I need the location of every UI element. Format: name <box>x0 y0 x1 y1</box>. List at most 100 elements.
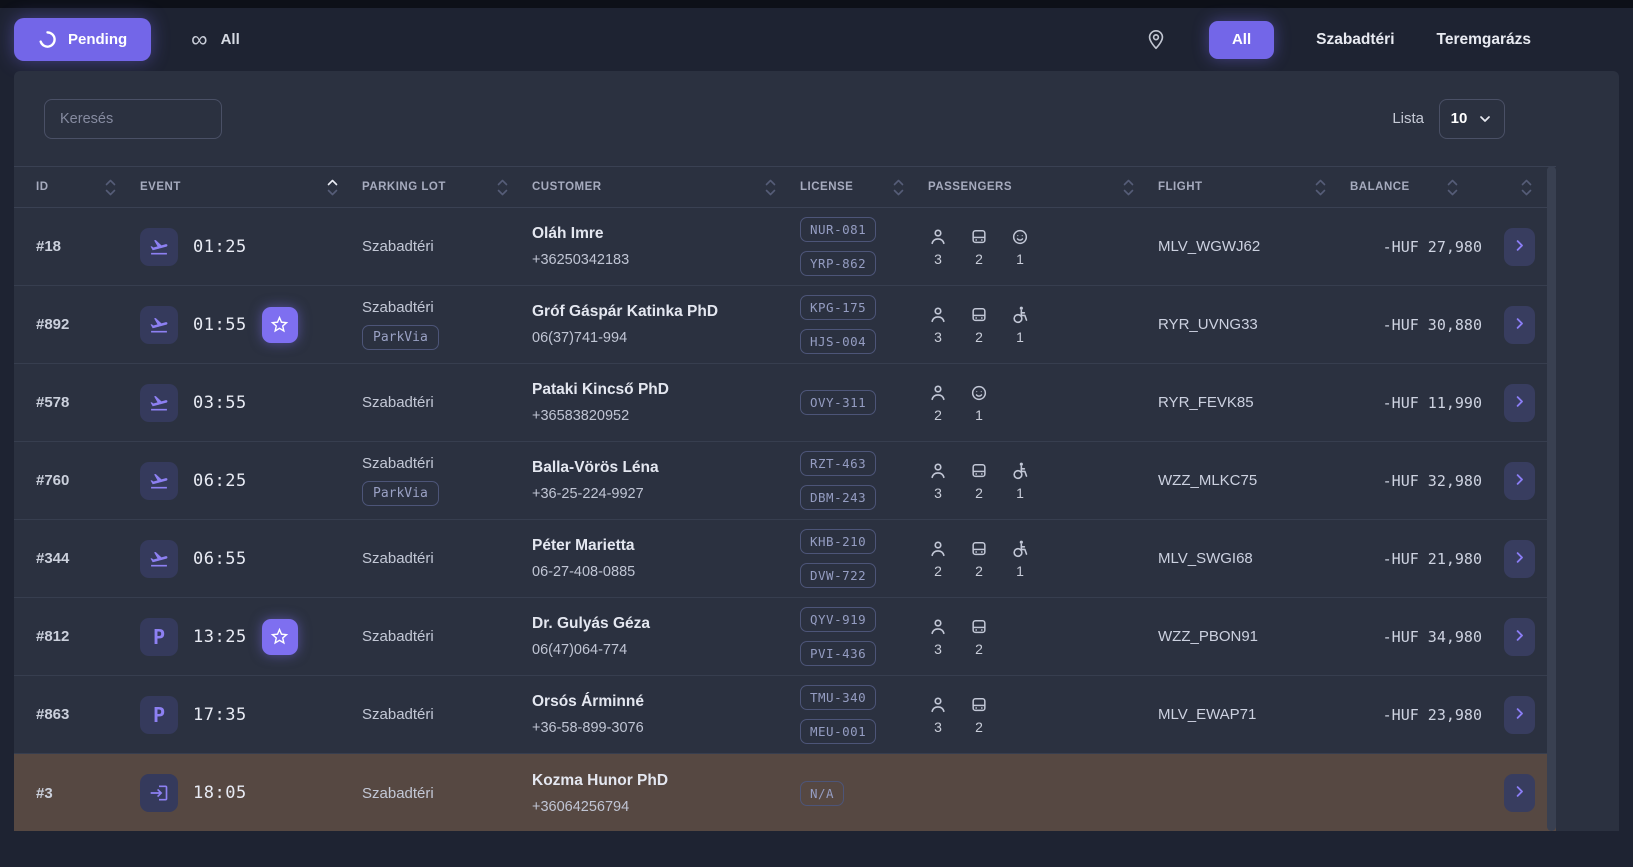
row-flight: MLV_EWAP71 <box>1158 706 1257 723</box>
location-tab-all[interactable]: All <box>1208 20 1275 59</box>
license-plate: TMU-340 <box>800 685 877 710</box>
passenger-group-adult: 2 <box>928 539 948 579</box>
infinity-icon: ∞ <box>191 26 208 52</box>
table-area: ID EVENT PARKING LOT CUSTOMER LICENSE PA… <box>14 166 1619 831</box>
sort-desc-icon <box>765 189 776 196</box>
customer-phone: +36-25-224-9927 <box>532 486 644 502</box>
row-license: TMU-340 MEU-001 <box>800 685 928 744</box>
row-balance: -HUF 27,980 <box>1382 237 1482 256</box>
plane-landing-icon <box>140 227 178 266</box>
table-row[interactable]: #760 06:25 Szabadtéri ParkVia Balla-Vörö… <box>14 442 1556 520</box>
table-row[interactable]: #578 03:55 Szabadtéri Pataki Kincső PhD … <box>14 364 1556 442</box>
passenger-group-adult: 3 <box>928 617 948 657</box>
sort-desc-icon <box>1447 189 1458 196</box>
vehicle-icon <box>969 539 989 559</box>
passenger-count: 3 <box>934 328 942 345</box>
wheelchair-icon <box>1010 461 1030 481</box>
license-plate: PVI-436 <box>800 641 877 666</box>
row-balance: -HUF 11,990 <box>1382 393 1482 412</box>
column-header-label: BALANCE <box>1350 181 1410 193</box>
chevron-right-icon <box>1512 238 1527 256</box>
vehicle-icon <box>969 305 989 325</box>
sort-asc-icon <box>893 179 904 186</box>
window-top-strip <box>0 0 1633 8</box>
table-row[interactable]: #863 P 17:35 Szabadtéri Orsós Árminné +3… <box>14 676 1556 754</box>
row-details-button[interactable] <box>1503 383 1535 422</box>
parking-lot-name: Szabadtéri <box>362 394 434 411</box>
sort-carets <box>1521 179 1532 196</box>
customer-phone: 06(47)064-774 <box>532 642 628 658</box>
scope-all-filter-button[interactable]: ∞ All <box>191 28 240 51</box>
row-details-button[interactable] <box>1503 774 1535 812</box>
row-details-button[interactable] <box>1503 305 1535 344</box>
column-header-label: LICENSE <box>800 181 854 193</box>
column-header-event[interactable]: EVENT <box>140 179 362 196</box>
passenger-count: 2 <box>934 406 942 423</box>
parking-icon: P <box>140 617 178 656</box>
table-row[interactable]: #892 01:55 Szabadtéri ParkVia Gróf Gáspá… <box>14 286 1556 364</box>
row-flight: WZZ_MLKC75 <box>1158 472 1258 489</box>
column-header-actions[interactable] <box>1482 179 1556 196</box>
table-row[interactable]: #3 18:05 Szabadtéri Kozma Hunor PhD +360… <box>14 754 1556 831</box>
table-scrollbar[interactable] <box>1547 166 1556 831</box>
passenger-count: 1 <box>1016 250 1024 267</box>
sort-desc-icon <box>1521 189 1532 196</box>
column-header-flight[interactable]: FLIGHT <box>1158 179 1350 196</box>
row-license: RZT-463 DBM-243 <box>800 451 928 510</box>
column-header-license[interactable]: LICENSE <box>800 179 928 196</box>
table-row[interactable]: #812 P 13:25 Szabadtéri Dr. Gulyás Géza … <box>14 598 1556 676</box>
column-header-balance[interactable]: BALANCE <box>1350 179 1482 196</box>
location-tab-teremgarazs[interactable]: Teremgarázs <box>1437 31 1531 49</box>
column-header-passengers[interactable]: PASSENGERS <box>928 179 1158 196</box>
page-size-select[interactable]: 10 <box>1439 98 1505 139</box>
parking-lot-name: Szabadtéri <box>362 238 434 255</box>
license-plate: HJS-004 <box>800 329 877 354</box>
search-input[interactable] <box>44 98 222 139</box>
row-id: #892 <box>36 316 70 333</box>
license-plate: YRP-862 <box>800 251 877 276</box>
parking-lot-name: Szabadtéri <box>362 550 434 567</box>
chevron-right-icon <box>1512 550 1527 568</box>
passenger-count: 1 <box>1016 562 1024 579</box>
table-row[interactable]: #18 01:25 Szabadtéri Oláh Imre +36250342… <box>14 208 1556 286</box>
customer-phone: +36-58-899-3076 <box>532 720 644 736</box>
passenger-count: 2 <box>975 718 983 735</box>
row-license: KPG-175 HJS-004 <box>800 295 928 354</box>
sort-desc-icon <box>1315 189 1326 196</box>
column-header-customer[interactable]: CUSTOMER <box>532 179 800 196</box>
passenger-count: 2 <box>975 640 983 657</box>
pending-filter-button[interactable]: Pending <box>14 18 152 61</box>
star-icon <box>261 306 298 343</box>
parking-lot-name: Szabadtéri <box>362 706 434 723</box>
row-details-button[interactable] <box>1503 461 1535 500</box>
row-parking-lot: Szabadtéri <box>362 706 532 723</box>
row-details-button[interactable] <box>1503 695 1535 734</box>
passenger-group-wheelchair: 1 <box>1010 461 1030 501</box>
row-id: #3 <box>36 784 53 802</box>
row-license: QYV-919 PVI-436 <box>800 607 928 666</box>
row-parking-lot: Szabadtéri ParkVia <box>362 299 532 350</box>
sort-asc-icon <box>1315 179 1326 186</box>
star-icon <box>261 618 298 655</box>
passenger-count: 1 <box>975 406 983 423</box>
column-header-parking-lot[interactable]: PARKING LOT <box>362 179 532 196</box>
table-toolbar: Lista 10 <box>14 71 1619 166</box>
passenger-count: 3 <box>934 250 942 267</box>
row-details-button[interactable] <box>1503 227 1535 266</box>
row-details-button[interactable] <box>1503 617 1535 656</box>
row-passengers: 2 2 1 <box>928 539 1158 579</box>
customer-phone: +36250342183 <box>532 252 630 268</box>
location-tab-szabadteri[interactable]: Szabadtéri <box>1316 31 1394 49</box>
table-row[interactable]: #344 06:55 Szabadtéri Péter Marietta 06-… <box>14 520 1556 598</box>
row-details-button[interactable] <box>1503 539 1535 578</box>
column-header-id[interactable]: ID <box>36 179 140 196</box>
chevron-right-icon <box>1512 628 1527 646</box>
row-action <box>1482 539 1556 578</box>
person-icon <box>928 305 948 325</box>
customer-phone: +36583820952 <box>532 408 630 424</box>
row-customer: Péter Marietta 06-27-408-0885 <box>532 537 800 580</box>
page-size-label: Lista <box>1392 110 1424 127</box>
parking-lot-name: Szabadtéri <box>362 299 434 316</box>
chevron-right-icon <box>1512 394 1527 412</box>
passenger-count: 3 <box>934 640 942 657</box>
